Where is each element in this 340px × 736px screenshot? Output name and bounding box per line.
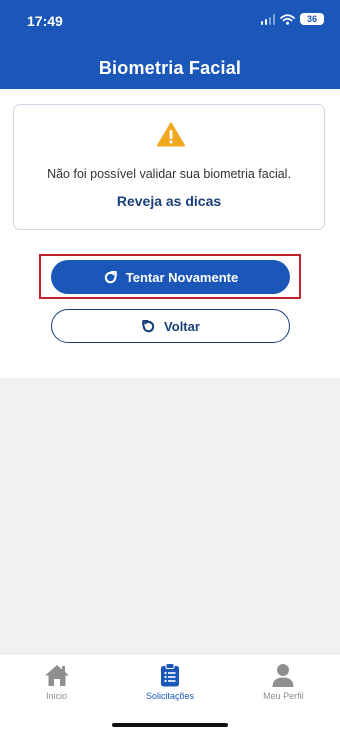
refresh-counterclockwise-icon — [142, 319, 155, 332]
tab-inicio[interactable]: Inicio — [0, 654, 113, 709]
alert-message: Não foi possível validar sua biometria f… — [47, 167, 291, 181]
review-tips-link[interactable]: Reveja as dicas — [14, 193, 324, 209]
tab-label-inicio: Inicio — [46, 691, 68, 701]
app-header: 17:49 36 Biometria Facial — [0, 0, 340, 89]
warning-icon — [157, 122, 185, 147]
page-title: Biometria Facial — [98, 58, 242, 78]
retry-button-label: Tentar Novamente — [125, 269, 239, 285]
cellular-signal-icon — [260, 13, 275, 25]
back-button-label: Voltar — [164, 318, 200, 334]
wifi-icon — [280, 13, 295, 25]
home-indicator[interactable] — [112, 723, 228, 727]
bottom-tab-bar: Inicio Solicitações Meu Perfil — [0, 653, 340, 709]
home-icon — [44, 665, 69, 686]
tab-meu-perfil[interactable]: Meu Perfil — [227, 654, 340, 709]
tab-label-meu-perfil: Meu Perfil — [263, 691, 304, 701]
status-icons: 36 — [260, 13, 324, 25]
alert-card: Não foi possível validar sua biometria f… — [13, 104, 325, 230]
battery-icon: 36 — [300, 13, 324, 25]
back-button[interactable]: Voltar — [51, 309, 290, 343]
tab-solicitacoes[interactable]: Solicitações — [113, 654, 226, 709]
refresh-clockwise-icon — [104, 270, 117, 283]
person-icon — [272, 664, 294, 687]
retry-button[interactable]: Tentar Novamente — [51, 260, 290, 294]
tab-label-solicitacoes: Solicitações — [145, 691, 194, 701]
empty-background — [0, 378, 340, 653]
clipboard-list-icon — [160, 663, 179, 687]
status-time: 17:49 — [27, 13, 63, 29]
